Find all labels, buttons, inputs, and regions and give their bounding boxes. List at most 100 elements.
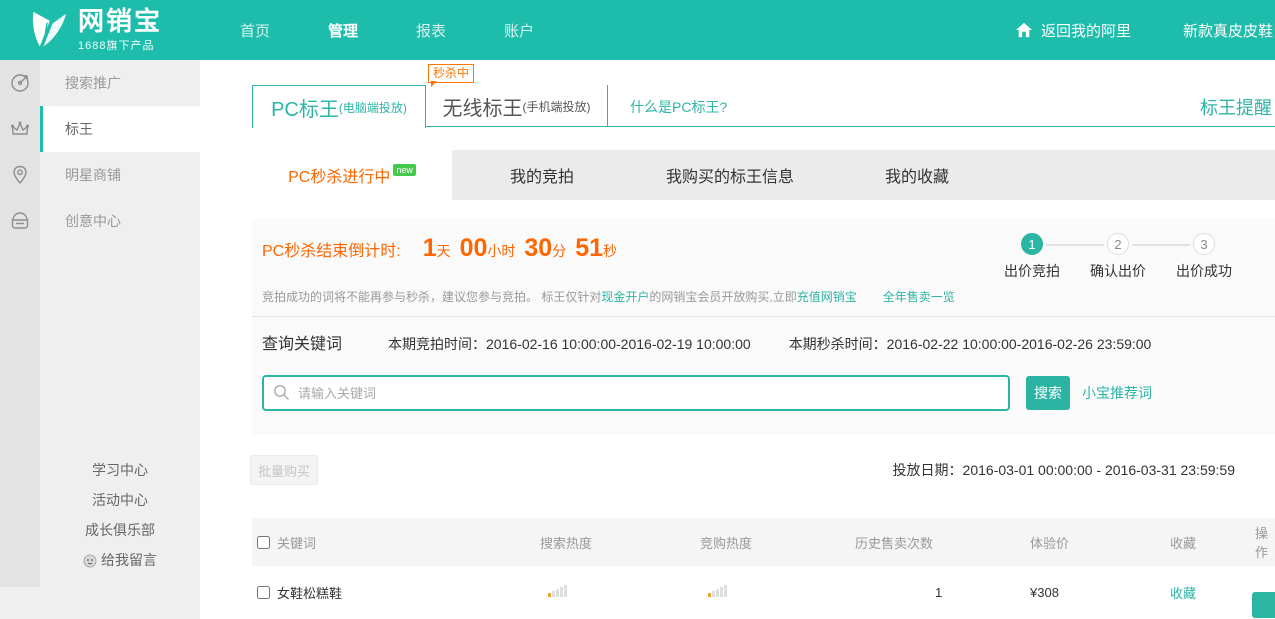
countdown-seconds: 51 <box>575 234 603 262</box>
buy-button-partial[interactable] <box>1252 592 1275 618</box>
sub-tabbar: PC秒杀进行中 new 我的竞拍 我购买的标王信息 我的收藏 <box>252 150 1275 200</box>
subtab-label: 我的收藏 <box>885 163 949 187</box>
price-cell: ¥308 <box>1030 585 1170 600</box>
countdown: PC秒杀结束倒计时: 1天00小时30分51秒 <box>262 234 626 263</box>
sidebar-item-label: 明星商铺 <box>40 152 200 198</box>
crown-icon <box>0 118 40 140</box>
nav-item-account[interactable]: 账户 <box>504 20 534 41</box>
query-header: 查询关键词 本期竞拍时间：2016-02-16 10:00:00-2016-02… <box>262 330 1151 354</box>
search-button[interactable]: 搜索 <box>1026 376 1070 410</box>
promo-link[interactable]: 新款真皮皮鞋 <box>1183 20 1273 41</box>
tab-subtitle: (手机端投放) <box>523 98 591 115</box>
countdown-minutes: 30 <box>524 234 552 262</box>
countdown-hours: 00 <box>460 234 488 262</box>
face-icon <box>83 548 97 578</box>
step-success: 3 出价成功 <box>1161 233 1247 281</box>
top-nav: 首页 管理 报表 账户 <box>240 20 534 41</box>
step-number: 1 <box>1021 233 1043 255</box>
subtab-my-favorites[interactable]: 我的收藏 <box>828 150 1006 200</box>
target-icon <box>0 72 40 94</box>
yearly-sales-link[interactable]: 全年售卖一览 <box>883 290 955 304</box>
countdown-label: PC秒杀结束倒计时: <box>262 237 401 261</box>
subtab-label: 我的竞拍 <box>510 163 574 187</box>
sidebar-item-search-promotion[interactable]: 搜索推广 <box>0 60 200 106</box>
col-trial-price: 体验价 <box>1030 533 1170 552</box>
recharge-link[interactable]: 充值网销宝 <box>797 290 857 304</box>
back-to-ali-label: 返回我的阿里 <box>1041 20 1131 41</box>
search-icon <box>273 384 290 401</box>
batch-buy-button[interactable]: 批量购买 <box>250 455 318 485</box>
bid-heat-bars <box>708 585 727 597</box>
table-header: 关键词 搜索热度 竞购热度 历史售卖次数 体验价 收藏 操作 <box>252 518 1275 566</box>
nav-item-report[interactable]: 报表 <box>416 20 446 41</box>
table-row: 女鞋松糕鞋 1 ¥308 收藏 <box>252 566 1275 619</box>
favorite-link[interactable]: 收藏 <box>1170 586 1196 601</box>
sidebar-links: 学习中心 活动中心 成长俱乐部 给我留言 <box>40 455 200 578</box>
seckill-note: 竞拍成功的词将不能再参与秒杀，建议您参与竞拍。 标王仅针对现金开户的网销宝会员开… <box>262 288 955 305</box>
sidebar-item-biaowang[interactable]: 标王 <box>0 106 200 152</box>
pin-icon <box>0 164 40 186</box>
auction-time: 本期竞拍时间：2016-02-16 10:00:00-2016-02-19 10… <box>388 334 751 354</box>
seckill-time: 本期秒杀时间：2016-02-22 10:00:00-2016-02-26 23… <box>789 334 1152 354</box>
col-bid-heat: 竞购热度 <box>700 533 855 552</box>
tab-pc-biaowang[interactable]: PC标王(电脑端投放) <box>252 85 426 128</box>
wangxiaobao-logo-icon <box>26 10 70 50</box>
tab-title: PC标王 <box>271 93 339 122</box>
sidebar: 搜索推广 标王 明星商铺 创意中心 学习中心 活动中心 成长俱乐部 <box>0 60 200 619</box>
sidebar-item-creative-center[interactable]: 创意中心 <box>0 198 200 244</box>
logo-subtitle: 1688旗下产品 <box>78 37 162 53</box>
seckill-panel: PC秒杀结束倒计时: 1天00小时30分51秒 1 出价竞拍 2 确认出价 3 … <box>252 218 1275 435</box>
sidebar-link-growth-club[interactable]: 成长俱乐部 <box>40 515 200 545</box>
col-actions: 操作 <box>1255 523 1275 561</box>
subtab-pc-seckill-ongoing[interactable]: PC秒杀进行中 new <box>252 150 452 200</box>
select-all-checkbox[interactable] <box>257 536 270 549</box>
back-to-ali-link[interactable]: 返回我的阿里 <box>1015 20 1131 41</box>
what-is-pc-biaowang-link[interactable]: 什么是PC标王? <box>630 97 727 117</box>
sidebar-item-star-shop[interactable]: 明星商铺 <box>0 152 200 198</box>
new-badge: new <box>393 164 416 176</box>
search-row: 搜索 小宝推荐词 <box>262 375 1152 411</box>
step-label: 出价竞拍 <box>989 261 1075 281</box>
top-header: 网销宝 1688旗下产品 首页 管理 报表 账户 返回我的阿里 新款真皮皮鞋 <box>0 0 1275 60</box>
home-icon <box>1015 22 1033 38</box>
sidebar-link-activity-center[interactable]: 活动中心 <box>40 485 200 515</box>
cash-account-link[interactable]: 现金开户 <box>601 290 649 304</box>
seckill-badge: 秒杀中 <box>428 64 474 83</box>
tab-wireless-biaowang[interactable]: 无线标王(手机端投放) <box>426 85 608 127</box>
query-title: 查询关键词 <box>262 330 342 354</box>
col-history-sold: 历史售卖次数 <box>855 533 1030 552</box>
wangxiaobao-logo[interactable]: 网销宝 1688旗下产品 <box>26 8 162 53</box>
sidebar-link-label: 给我留言 <box>101 552 157 568</box>
nav-item-home[interactable]: 首页 <box>240 20 270 41</box>
col-keyword: 关键词 <box>277 533 316 552</box>
subtab-my-auctions[interactable]: 我的竞拍 <box>452 150 632 200</box>
col-favorite: 收藏 <box>1170 533 1255 552</box>
subtab-label: PC秒杀进行中 <box>288 163 390 187</box>
step-number: 3 <box>1193 233 1215 255</box>
search-heat-bars <box>548 585 567 597</box>
sidebar-link-leave-message[interactable]: 给我留言 <box>40 545 200 578</box>
tab-title: 无线标王 <box>443 92 523 121</box>
bid-steps: 1 出价竞拍 2 确认出价 3 出价成功 <box>989 233 1247 281</box>
subtab-label: 我购买的标王信息 <box>666 163 794 187</box>
main-content: PC标王(电脑端投放) 秒杀中 无线标王(手机端投放) 什么是PC标王? 标王提… <box>200 60 1275 619</box>
countdown-days: 1 <box>423 234 437 262</box>
biaowang-remind-link[interactable]: 标王提醒 <box>1200 94 1272 120</box>
subtab-purchased-biaowang-info[interactable]: 我购买的标王信息 <box>632 150 828 200</box>
step-number: 2 <box>1107 233 1129 255</box>
xiaobao-recommend-link[interactable]: 小宝推荐词 <box>1082 383 1152 403</box>
sidebar-item-label: 创意中心 <box>40 198 200 244</box>
primary-tabbar: PC标王(电脑端投放) 秒杀中 无线标王(手机端投放) 什么是PC标王? 标王提… <box>252 85 1275 127</box>
sidebar-link-learning-center[interactable]: 学习中心 <box>40 455 200 485</box>
logo-title: 网销宝 <box>78 8 162 34</box>
nav-item-manage[interactable]: 管理 <box>328 20 358 41</box>
row-checkbox[interactable] <box>257 586 270 599</box>
keyword-search-input[interactable] <box>262 375 1010 411</box>
delivery-date-range: 投放日期：2016-03-01 00:00:00 - 2016-03-31 23… <box>893 455 1235 485</box>
step-bid: 1 出价竞拍 <box>989 233 1075 281</box>
col-search-heat: 搜索热度 <box>540 533 700 552</box>
step-label: 出价成功 <box>1161 261 1247 281</box>
toolbar-row: 批量购买 投放日期：2016-03-01 00:00:00 - 2016-03-… <box>250 455 1235 485</box>
keyword-cell: 女鞋松糕鞋 <box>277 583 342 602</box>
step-label: 确认出价 <box>1075 261 1161 281</box>
